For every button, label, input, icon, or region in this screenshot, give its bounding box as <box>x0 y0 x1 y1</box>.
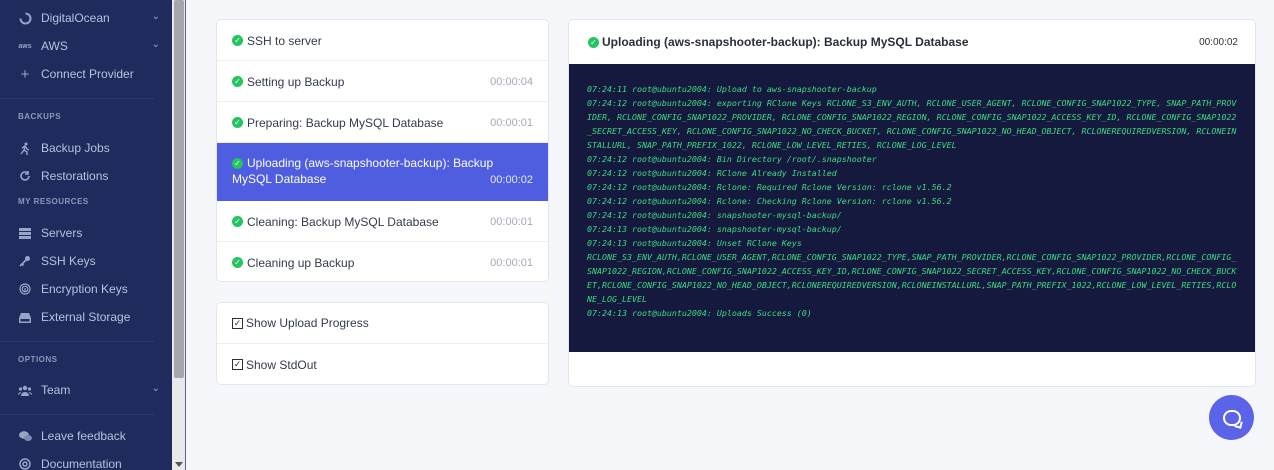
section-label-resources: MY RESOURCES <box>18 197 89 206</box>
log-line: 07:24:12 root@ubuntu2004: RClone Already… <box>587 168 837 178</box>
sidebar-item-label: SSH Keys <box>41 254 96 268</box>
log-line: 07:24:12 root@ubuntu2004: Rclone: Requir… <box>587 182 952 192</box>
log-line: 07:24:12 root@ubuntu2004: exporting RClo… <box>587 98 1237 150</box>
fingerprint-icon <box>18 282 32 296</box>
sidebar-item-connect-provider[interactable]: + Connect Provider <box>18 65 158 83</box>
sidebar-item-label: DigitalOcean <box>41 11 110 25</box>
scrollbar-thumb[interactable] <box>174 0 184 378</box>
sidebar-item-team[interactable]: Team ⌄ <box>18 383 160 397</box>
terminal-output[interactable]: 07:24:11 root@ubuntu2004: Upload to aws-… <box>569 64 1255 352</box>
step-label: SSH to server <box>247 34 322 48</box>
checkbox-label: Show StdOut <box>246 357 317 372</box>
log-line: RCLONE_S3_ENV_AUTH,RCLONE_USER_AGENT,RCL… <box>587 252 1237 304</box>
check-circle-icon: ✓ <box>588 36 599 48</box>
sidebar-item-label: Servers <box>41 226 83 240</box>
step-item[interactable]: ✓ Preparing: Backup MySQL Database 00:00… <box>217 102 548 143</box>
sidebar-item-label: Connect Provider <box>41 67 134 81</box>
key-icon <box>18 254 32 268</box>
chat-icon <box>18 429 32 443</box>
digitalocean-icon <box>18 11 32 25</box>
output-options-card: ✓ Show Upload Progress ✓ Show StdOut <box>216 302 549 385</box>
check-circle-icon: ✓ <box>232 257 243 268</box>
sidebar-item-label: External Storage <box>41 310 131 324</box>
servers-icon <box>18 226 32 240</box>
sidebar-item-label: Backup Jobs <box>41 141 110 155</box>
step-label: Cleaning: Backup MySQL Database <box>247 215 439 229</box>
sidebar-item-restorations[interactable]: Restorations <box>18 169 158 183</box>
log-line: 07:24:13 root@ubuntu2004: Uploads Succes… <box>587 308 812 318</box>
log-line: 07:24:13 root@ubuntu2004: Unset RClone K… <box>587 238 802 248</box>
step-time: 00:00:02 <box>490 174 533 186</box>
sidebar-item-label: Leave feedback <box>41 429 126 443</box>
check-circle-icon: ✓ <box>232 76 243 87</box>
sidebar-item-documentation[interactable]: Documentation <box>18 457 158 470</box>
check-circle-icon: ✓ <box>232 117 243 128</box>
sidebar-item-backup-jobs[interactable]: Backup Jobs <box>18 141 158 155</box>
step-item[interactable]: ✓ Setting up Backup 00:00:04 <box>217 61 548 102</box>
team-icon <box>18 383 32 397</box>
log-title: Uploading (aws-snapshooter-backup): Back… <box>602 35 969 49</box>
checkbox-checked-icon[interactable]: ✓ <box>232 359 243 370</box>
sidebar-item-digitalocean[interactable]: DigitalOcean ⌄ <box>18 11 160 25</box>
step-time: 00:00:01 <box>490 216 533 228</box>
log-output-card: ✓ Uploading (aws-snapshooter-backup): Ba… <box>568 19 1256 387</box>
chevron-down-icon: ⌄ <box>151 11 160 22</box>
checkbox-label: Show Upload Progress <box>246 316 369 330</box>
sidebar-item-label: Team <box>41 383 71 397</box>
backup-steps-card: ✓ SSH to server ✓ Setting up Backup 00:0… <box>216 19 549 282</box>
sidebar-item-servers[interactable]: Servers <box>18 226 158 240</box>
divider <box>0 98 154 99</box>
sidebar-item-label: Documentation <box>41 457 122 470</box>
log-line: 07:24:13 root@ubuntu2004: snapshooter-my… <box>587 224 842 234</box>
step-item[interactable]: ✓ Cleaning: Backup MySQL Database 00:00:… <box>217 201 548 242</box>
check-circle-icon: ✓ <box>232 35 243 46</box>
step-item-active[interactable]: ✓ Uploading (aws-snapshooter-backup): Ba… <box>217 143 548 201</box>
divider <box>0 341 154 342</box>
help-chat-button[interactable] <box>1209 395 1254 440</box>
sidebar-scrollbar[interactable] <box>172 0 186 470</box>
sidebar-item-encryption-keys[interactable]: Encryption Keys <box>18 282 158 296</box>
chevron-down-icon: ⌄ <box>151 383 160 394</box>
step-label: Setting up Backup <box>247 75 345 89</box>
step-item[interactable]: ✓ Cleaning up Backup 00:00:01 <box>217 242 548 281</box>
section-label-backups: BACKUPS <box>18 112 62 121</box>
chat-bubble-icon <box>1222 409 1241 426</box>
restore-icon <box>18 169 32 183</box>
section-label-options: OPTIONS <box>18 355 58 364</box>
log-elapsed-time: 00:00:02 <box>1199 36 1238 48</box>
step-time: 00:00:04 <box>490 76 533 88</box>
sidebar-item-aws[interactable]: aws AWS ⌄ <box>18 39 160 53</box>
sidebar-item-external-storage[interactable]: External Storage <box>18 310 158 324</box>
aws-icon: aws <box>18 42 32 50</box>
chevron-down-icon: ⌄ <box>151 39 160 50</box>
docs-icon <box>18 457 32 470</box>
log-header: ✓ Uploading (aws-snapshooter-backup): Ba… <box>569 20 1255 64</box>
sidebar-item-label: AWS <box>41 39 68 53</box>
log-line: 07:24:11 root@ubuntu2004: Upload to aws-… <box>587 84 877 94</box>
sidebar-item-leave-feedback[interactable]: Leave feedback <box>18 429 158 443</box>
checkbox-checked-icon[interactable]: ✓ <box>232 317 243 329</box>
scroll-down-arrow-icon[interactable] <box>175 462 183 467</box>
step-item[interactable]: ✓ SSH to server <box>217 20 548 61</box>
log-line: 07:24:12 root@ubuntu2004: Rclone: Checki… <box>587 196 952 206</box>
divider <box>0 414 154 415</box>
step-label: Preparing: Backup MySQL Database <box>247 116 444 130</box>
sidebar-item-ssh-keys[interactable]: SSH Keys <box>18 254 158 268</box>
sidebar-item-label: Restorations <box>41 169 109 183</box>
show-stdout-checkbox[interactable]: ✓ Show StdOut <box>217 344 548 384</box>
storage-icon <box>18 310 32 324</box>
step-label: Uploading (aws-snapshooter-backup): Back… <box>232 156 494 186</box>
step-label: Cleaning up Backup <box>247 256 355 270</box>
sidebar-item-label: Encryption Keys <box>41 282 128 296</box>
show-upload-progress-checkbox[interactable]: ✓ Show Upload Progress <box>217 303 548 344</box>
sidebar: DigitalOcean ⌄ aws AWS ⌄ + Connect Provi… <box>0 0 172 470</box>
log-line: 07:24:12 root@ubuntu2004: Bin Directory … <box>587 154 877 164</box>
plus-icon: + <box>20 65 30 83</box>
runner-icon <box>18 141 32 155</box>
step-time: 00:00:01 <box>490 117 533 129</box>
log-line: 07:24:12 root@ubuntu2004: snapshooter-my… <box>587 210 842 220</box>
check-circle-icon: ✓ <box>232 216 243 227</box>
step-time: 00:00:01 <box>490 257 533 269</box>
